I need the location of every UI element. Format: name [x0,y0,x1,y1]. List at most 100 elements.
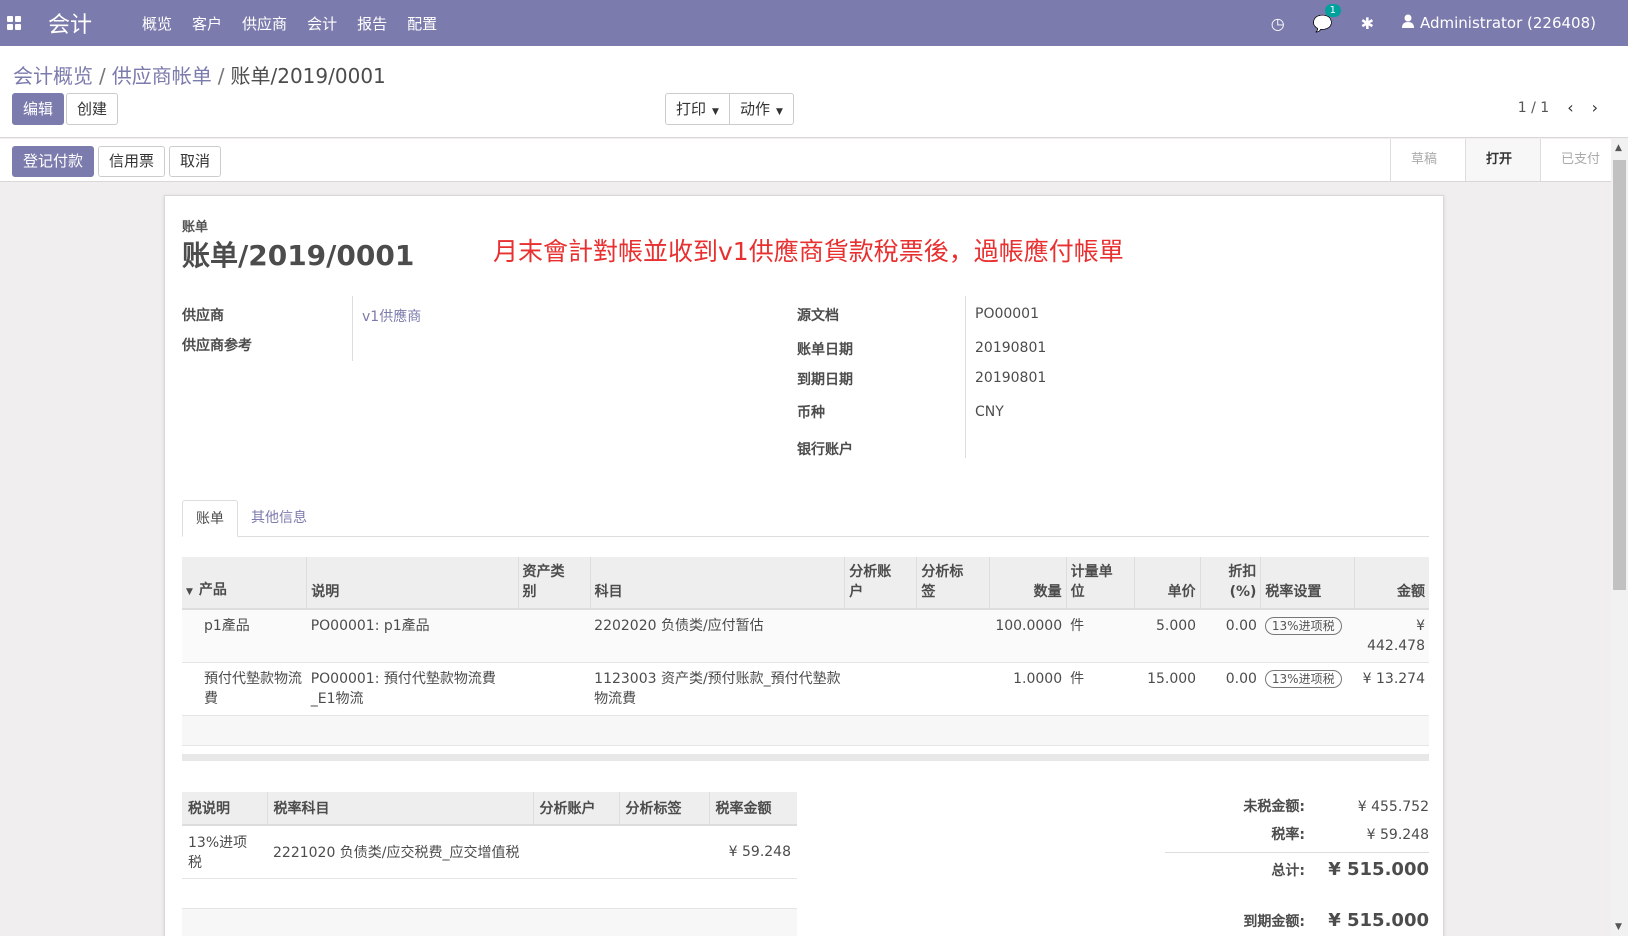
table-row[interactable]: 預付代墊款物流費 PO00001: 預付代墊款物流費_E1物流 1123003 … [182,662,1429,716]
col-acc-line2: 户 [849,584,864,600]
empty-row [182,715,1429,746]
cell-asset-category [518,609,591,663]
col-asset-category[interactable]: 资产类别 [518,557,591,610]
menu-item-customers[interactable]: 客户 [192,13,222,34]
empty-row [182,908,797,936]
notebook-tabs: 账单 其他信息 [182,500,1429,537]
col-tax-description[interactable]: 税说明 [182,792,268,826]
create-button[interactable]: 创建 [66,93,119,125]
menu-item-overview[interactable]: 概览 [142,13,172,34]
stage-draft[interactable]: 草稿 [1389,139,1465,181]
cell-tax-account: 2221020 负债类/应交税费_应交增值税 [267,825,533,879]
chevron-right-icon[interactable]: › [1592,98,1598,117]
print-dropdown[interactable]: 打印 ▼ [665,93,730,125]
col-uom[interactable]: 计量单位 [1066,557,1135,610]
top-navbar: 会计 概览 客户 供应商 会计 报告 配置 ◷ 💬 1 ✱ Administra… [0,0,1628,46]
totals-block: 未税金额: ¥ 455.752 税率: ¥ 59.248 总计: ¥ 515.0… [1165,796,1429,936]
col-asset-line1: 资产类 [522,564,565,580]
chevron-left-icon[interactable]: ‹ [1567,98,1573,117]
cell-description: PO00001: 預付代墊款物流費_E1物流 [306,662,519,716]
col-tax-account[interactable]: 税率科目 [267,792,534,826]
main-menu: 概览 客户 供应商 会计 报告 配置 [142,13,457,34]
scroll-thumb[interactable] [1613,160,1626,590]
document-type: 账单 [182,220,209,235]
scroll-up-icon[interactable]: ▲ [1615,143,1622,153]
user-menu[interactable]: Administrator (226408) [1402,14,1596,32]
col-tax-analytic-tags[interactable]: 分析标签 [619,792,710,826]
menu-item-accounting[interactable]: 会计 [307,13,337,34]
col-unit-price[interactable]: 单价 [1134,557,1201,610]
cell-quantity: 1.0000 [989,662,1067,716]
status-bar: 登记付款 信用票 取消 草稿 打开 已支付 [0,139,1628,182]
cell-tax-description: 13%进项税 [182,825,267,879]
stage-pipeline: 草稿 打开 已支付 [1389,139,1628,181]
vendor-value[interactable]: v1供應商 [362,306,421,326]
tax-header-row: 税说明 税率科目 分析账户 分析标签 税率金额 [182,792,797,826]
action-dropdown[interactable]: 动作 ▼ [729,93,794,125]
untaxed-label: 未税金额: [1243,799,1305,815]
cell-taxes: 13%进项税 [1260,609,1355,663]
col-analytic-account[interactable]: 分析账户 [844,557,918,610]
sort-caret-icon: ▼ [186,587,193,597]
breadcrumb-overview[interactable]: 会计概览 [13,64,93,88]
table-footer-bar [182,754,1429,761]
register-payment-button[interactable]: 登记付款 [12,146,95,177]
cell-product: 預付代墊款物流費 [182,662,307,716]
untaxed-row: 未税金额: ¥ 455.752 [1165,796,1429,816]
amount-due-row: 到期金额: ¥ 515.000 [1165,910,1429,931]
pager-value[interactable]: 1 / 1 [1518,100,1549,116]
col-discount[interactable]: 折扣 (%) [1200,557,1262,610]
cancel-button[interactable]: 取消 [169,146,222,177]
col-amount[interactable]: 金额 [1354,557,1429,610]
amount-due-value: ¥ 515.000 [1328,910,1429,931]
cell-unit-price: 5.000 [1134,609,1201,663]
vendor-reference-label: 供应商参考 [182,338,252,354]
col-account[interactable]: 科目 [590,557,846,610]
table-row[interactable]: 13%进项税 2221020 负债类/应交税费_应交增值税 ¥ 59.248 [182,825,797,879]
cell-uom: 件 [1066,662,1135,716]
breadcrumb-vendor-bills[interactable]: 供应商帐单 [112,64,212,88]
tab-bill[interactable]: 账单 [182,500,238,537]
invoice-lines-table: ▼ 产品 说明 资产类别 科目 分析账户 分析标签 数量 计量单位 单价 折扣 (%… [182,557,1429,746]
form-sheet: 账单 账单/2019/0001 月末會計對帳並收到v1供應商貨款稅票後，過帳應付… [164,195,1444,936]
col-tax-analytic-account[interactable]: 分析账户 [533,792,620,826]
col-taxes[interactable]: 税率设置 [1260,557,1356,610]
col-asset-line2: 别 [522,584,537,600]
bill-date-label: 账单日期 [797,342,853,358]
total-value: ¥ 515.000 [1328,859,1429,880]
action-button-group: 打印 ▼ 动作 ▼ [665,93,794,125]
document-title: 账单/2019/0001 [182,239,415,272]
menu-item-reports[interactable]: 报告 [357,13,387,34]
clock-icon[interactable]: ◷ [1271,14,1285,33]
vendor-label: 供应商 [182,308,224,324]
credit-note-button[interactable]: 信用票 [98,146,166,177]
status-buttons: 登记付款 信用票 取消 [12,146,225,177]
col-product[interactable]: ▼ 产品 [182,557,308,610]
menu-item-vendors[interactable]: 供应商 [242,13,287,34]
col-analytic-tags[interactable]: 分析标签 [916,557,990,610]
apps-grid-icon[interactable] [7,16,21,30]
cell-amount: ¥ 13.274 [1354,662,1429,716]
scroll-down-icon[interactable]: ▼ [1615,922,1622,932]
col-quantity[interactable]: 数量 [989,557,1067,610]
menu-item-config[interactable]: 配置 [407,13,437,34]
edit-button[interactable]: 编辑 [12,93,65,125]
table-header-row: ▼ 产品 说明 资产类别 科目 分析账户 分析标签 数量 计量单位 单价 折扣 (%… [182,557,1429,610]
table-row[interactable]: p1產品 PO00001: p1產品 2202020 负债类/应付暂估 100.… [182,609,1429,663]
col-tax-amount[interactable]: 税率金额 [709,792,797,826]
app-name[interactable]: 会计 [48,7,92,39]
chat-icon[interactable]: 💬 1 [1313,3,1342,33]
bug-icon[interactable]: ✱ [1361,14,1374,33]
tax-label: 税率: [1271,827,1305,843]
cell-amount: ¥ 442.478 [1354,609,1429,663]
tax-row: 税率: ¥ 59.248 [1165,824,1429,844]
cell-taxes: 13%进项税 [1260,662,1355,716]
breadcrumb-current: 账单/2019/0001 [230,64,386,88]
currency-label: 币种 [797,405,825,421]
cell-product: p1產品 [182,609,307,663]
col-description[interactable]: 说明 [306,557,519,610]
vertical-scrollbar[interactable]: ▲ ▼ [1611,139,1628,936]
cell-unit-price: 15.000 [1134,662,1201,716]
stage-open[interactable]: 打开 [1464,139,1540,181]
tab-other-info[interactable]: 其他信息 [238,500,320,537]
